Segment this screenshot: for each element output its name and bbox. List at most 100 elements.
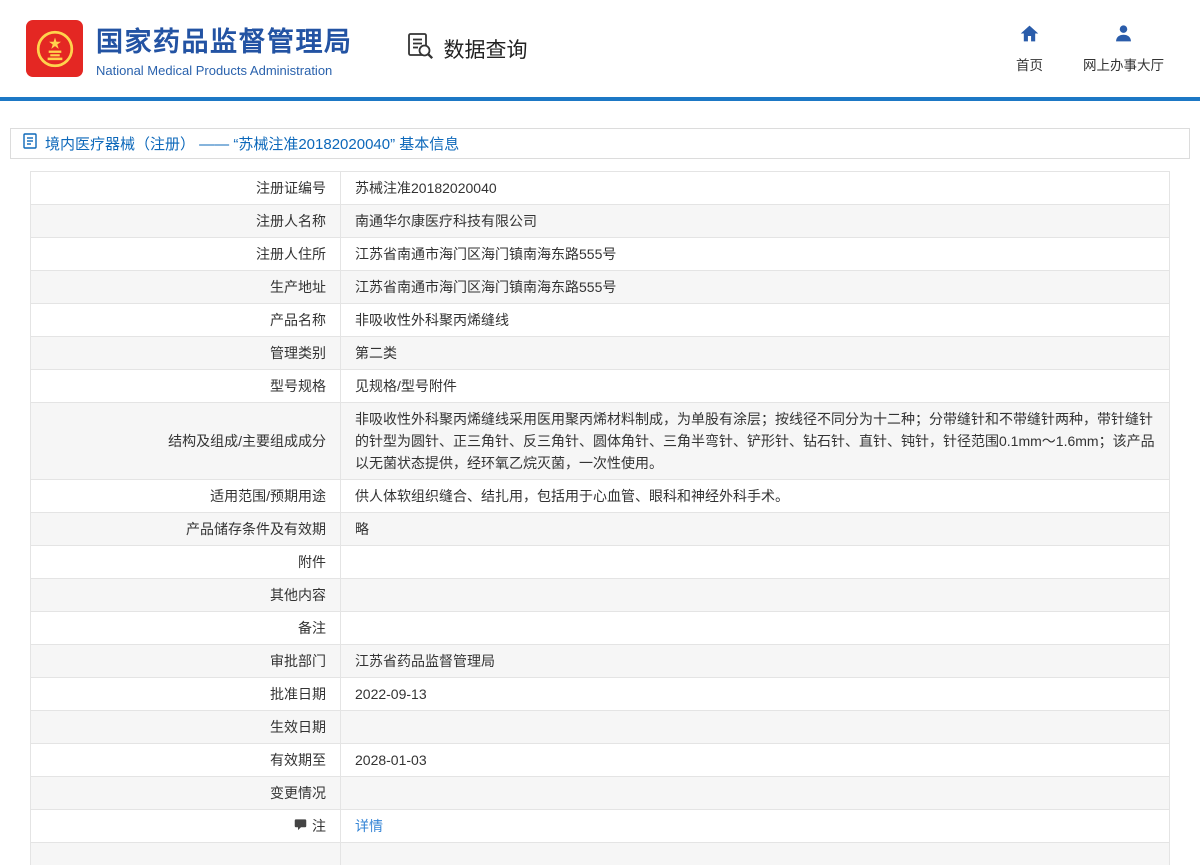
detail-link[interactable]: 详情 [355, 815, 383, 837]
row-value: 江苏省药品监督管理局 [355, 653, 495, 669]
table-row: 生产地址 江苏省南通市海门区海门镇南海东路555号 [31, 271, 1169, 304]
row-value: 非吸收性外科聚丙烯缝线 [355, 312, 509, 328]
row-value-cell [341, 777, 1169, 809]
row-value-cell: 第二类 [341, 337, 1169, 369]
nav-home[interactable]: 首页 [1016, 23, 1043, 74]
top-nav: 首页 网上办事大厅 [1016, 23, 1174, 74]
row-value: 江苏省南通市海门区海门镇南海东路555号 [355, 246, 617, 262]
table-row: 适用范围/预期用途 供人体软组织缝合、结扎用，包括用于心血管、眼科和神经外科手术… [31, 480, 1169, 513]
row-value: 略 [355, 521, 369, 537]
row-label: 批准日期 [270, 685, 326, 702]
row-label: 型号规格 [270, 377, 326, 394]
row-value-cell [341, 612, 1169, 644]
row-label: 产品名称 [270, 311, 326, 328]
row-value: 2022-09-13 [355, 686, 427, 702]
row-label-cell: 变更情况 [31, 777, 341, 809]
comment-icon [294, 816, 307, 837]
row-label-cell: 批准日期 [31, 678, 341, 710]
row-label: 变更情况 [270, 784, 326, 801]
row-value: 见规格/型号附件 [355, 378, 457, 394]
row-label-cell: 注册人住所 [31, 238, 341, 270]
data-query-icon [405, 31, 435, 66]
table-row: 注册人名称 南通华尔康医疗科技有限公司 [31, 205, 1169, 238]
row-label-cell [31, 843, 341, 865]
row-value-cell: 2028-01-03 [341, 744, 1169, 776]
row-value-cell: 非吸收性外科聚丙烯缝线采用医用聚丙烯材料制成，为单股有涂层；按线径不同分为十二种… [341, 403, 1169, 479]
info-table: 注册证编号 苏械注准20182020040 注册人名称 南通华尔康医疗科技有限公… [30, 171, 1170, 865]
row-label-cell: 型号规格 [31, 370, 341, 402]
row-value-cell: 江苏省南通市海门区海门镇南海东路555号 [341, 271, 1169, 303]
nav-service-hall[interactable]: 网上办事大厅 [1083, 23, 1164, 74]
org-name-en: National Medical Products Administration [96, 62, 333, 78]
row-label: 生产地址 [270, 278, 326, 295]
row-label-cell: 产品储存条件及有效期 [31, 513, 341, 545]
row-value-cell [341, 579, 1169, 611]
row-value-cell: 2022-09-13 [341, 678, 1169, 710]
table-row: 管理类别 第二类 [31, 337, 1169, 370]
row-label: 适用范围/预期用途 [210, 487, 326, 504]
row-value: 供人体软组织缝合、结扎用，包括用于心血管、眼科和神经外科手术。 [355, 488, 789, 504]
row-label-cell: 附件 [31, 546, 341, 578]
row-label: 结构及组成/主要组成成分 [168, 432, 326, 449]
table-row [31, 843, 1169, 865]
row-value-cell: 供人体软组织缝合、结扎用，包括用于心血管、眼科和神经外科手术。 [341, 480, 1169, 512]
row-value-cell: 见规格/型号附件 [341, 370, 1169, 402]
row-label: 注 [312, 817, 326, 834]
row-label: 管理类别 [270, 344, 326, 361]
table-row: 附件 [31, 546, 1169, 579]
national-emblem-icon [26, 20, 83, 77]
row-label: 有效期至 [270, 751, 326, 768]
row-label-cell: 适用范围/预期用途 [31, 480, 341, 512]
row-label: 备注 [298, 619, 326, 636]
row-value: 第二类 [355, 345, 397, 361]
row-label: 其他内容 [270, 586, 326, 603]
row-value-cell [341, 546, 1169, 578]
breadcrumb: 境内医疗器械（注册） —— “苏械注准20182020040” 基本信息 [10, 128, 1190, 159]
table-row: 注册证编号 苏械注准20182020040 [31, 172, 1169, 205]
row-value-cell: 苏械注准20182020040 [341, 172, 1169, 204]
row-value-cell: 江苏省南通市海门区海门镇南海东路555号 [341, 238, 1169, 270]
row-value-cell: 详情 [341, 810, 1169, 842]
row-label-cell: 注 [31, 810, 341, 842]
site-header: 国家药品监督管理局 National Medical Products Admi… [0, 0, 1200, 97]
home-icon [1019, 23, 1040, 49]
row-value-cell: 略 [341, 513, 1169, 545]
row-label: 注册人住所 [256, 245, 326, 262]
row-value-cell: 南通华尔康医疗科技有限公司 [341, 205, 1169, 237]
table-row: 结构及组成/主要组成成分 非吸收性外科聚丙烯缝线采用医用聚丙烯材料制成，为单股有… [31, 403, 1169, 480]
row-value-cell: 非吸收性外科聚丙烯缝线 [341, 304, 1169, 336]
row-label: 生效日期 [270, 718, 326, 735]
row-label-cell: 管理类别 [31, 337, 341, 369]
row-value: 南通华尔康医疗科技有限公司 [355, 213, 537, 229]
row-label-cell: 结构及组成/主要组成成分 [31, 403, 341, 479]
row-label-cell: 审批部门 [31, 645, 341, 677]
row-label: 审批部门 [270, 652, 326, 669]
row-value-cell: 江苏省药品监督管理局 [341, 645, 1169, 677]
table-row: 注 详情 [31, 810, 1169, 843]
row-label-cell: 生产地址 [31, 271, 341, 303]
table-row: 产品名称 非吸收性外科聚丙烯缝线 [31, 304, 1169, 337]
row-label: 附件 [298, 553, 326, 570]
table-row: 审批部门 江苏省药品监督管理局 [31, 645, 1169, 678]
breadcrumb-text: 境内医疗器械（注册） —— “苏械注准20182020040” 基本信息 [45, 136, 460, 153]
table-row: 产品储存条件及有效期 略 [31, 513, 1169, 546]
row-label: 注册人名称 [256, 212, 326, 229]
row-value: 2028-01-03 [355, 752, 427, 768]
main-content: 境内医疗器械（注册） —— “苏械注准20182020040” 基本信息 注册证… [0, 101, 1200, 865]
table-row: 型号规格 见规格/型号附件 [31, 370, 1169, 403]
person-icon [1113, 23, 1134, 49]
nav-service-hall-label: 网上办事大厅 [1083, 58, 1164, 73]
row-value-cell [341, 843, 1169, 865]
row-label-cell: 备注 [31, 612, 341, 644]
row-value-cell [341, 711, 1169, 743]
data-query-label: 数据查询 [443, 38, 528, 62]
table-row: 注册人住所 江苏省南通市海门区海门镇南海东路555号 [31, 238, 1169, 271]
row-label: 产品储存条件及有效期 [186, 520, 326, 537]
table-row: 批准日期 2022-09-13 [31, 678, 1169, 711]
page: 国家药品监督管理局 National Medical Products Admi… [0, 0, 1200, 865]
brand[interactable]: 国家药品监督管理局 National Medical Products Admi… [26, 20, 353, 78]
row-label-cell: 注册人名称 [31, 205, 341, 237]
row-label-cell: 其他内容 [31, 579, 341, 611]
org-name-cn: 国家药品监督管理局 [96, 26, 353, 57]
document-icon [23, 133, 37, 154]
